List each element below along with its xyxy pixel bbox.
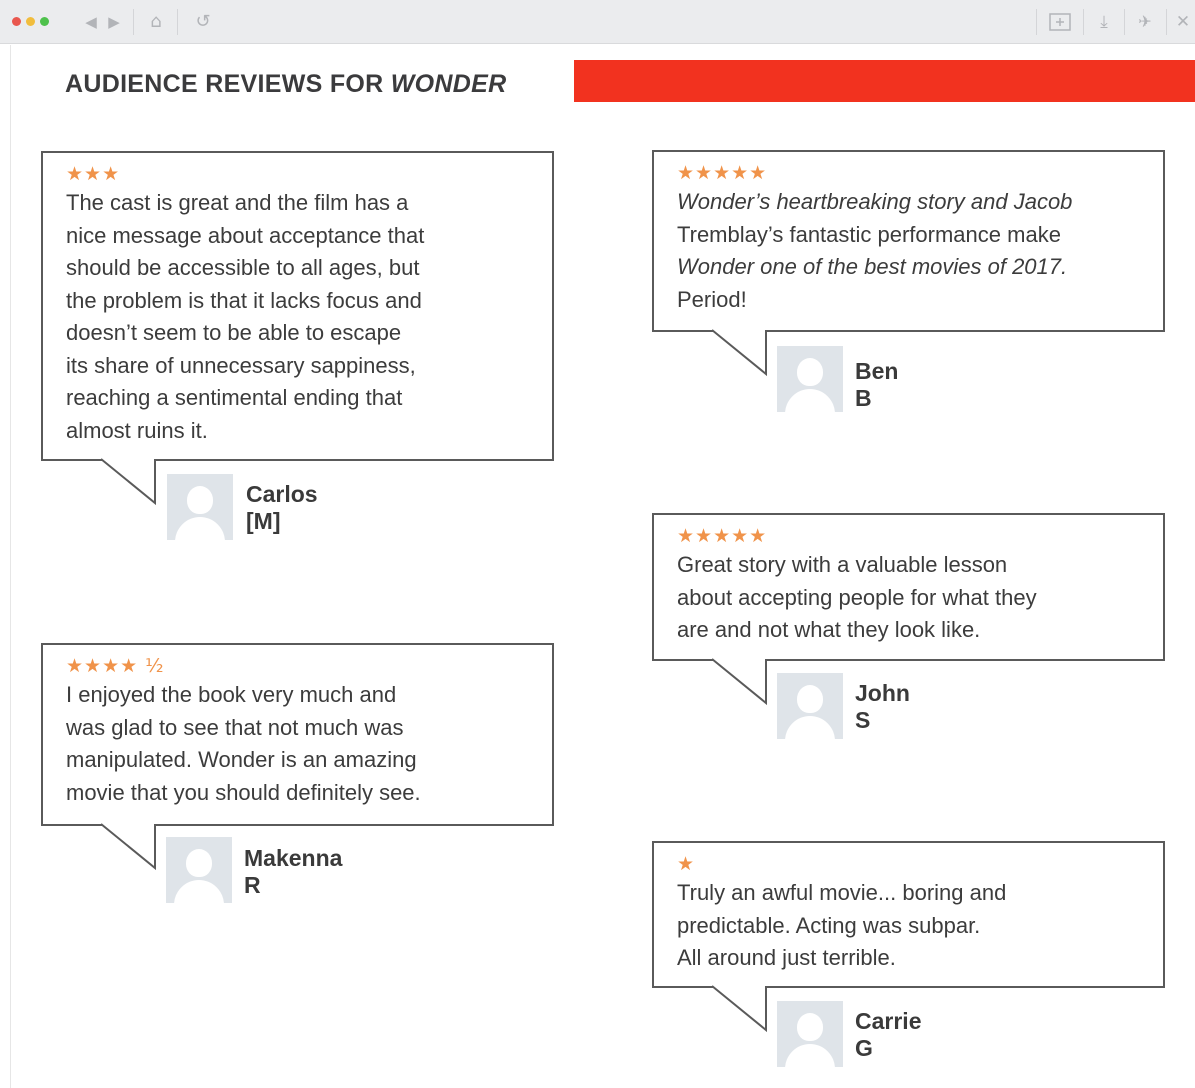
speech-tail (712, 329, 767, 377)
review-bubble: ★★★★★ Wonder’s heartbreaking story and J… (652, 150, 1165, 332)
toolbar-divider (1166, 9, 1167, 35)
review-text: Great story with a valuable lesson about… (677, 552, 1037, 642)
speech-tail (101, 458, 156, 506)
back-arrow-icon[interactable]: ◀ (80, 10, 102, 34)
browser-toolbar: ◀ ▶ ⌂ ↺ ⤓ ✈ ✕ (0, 0, 1195, 44)
review-text: Truly an awful movie... boring and predi… (677, 880, 1007, 970)
forward-arrow-icon[interactable]: ▶ (103, 10, 125, 34)
window-close-dot[interactable] (12, 17, 21, 26)
review-bubble: ★★★ The cast is great and the film has a… (41, 151, 554, 461)
review-text: Wonder’s heartbreaking story and Jacob T… (677, 189, 1073, 312)
avatar (777, 346, 843, 412)
toolbar-divider (133, 9, 134, 35)
title-accent-bar (574, 60, 1195, 102)
review-author[interactable]: Carlos [M] (246, 481, 318, 535)
download-icon[interactable]: ⤓ (1091, 10, 1117, 34)
review-author[interactable]: Makenna R (244, 845, 342, 899)
close-icon[interactable]: ✕ (1172, 10, 1194, 34)
review-bubble: ★★★★ ½ I enjoyed the book very much and … (41, 643, 554, 826)
toolbar-divider (1124, 9, 1125, 35)
star-rating: ★ (677, 853, 696, 875)
review-bubble: ★★★★★ Great story with a valuable lesson… (652, 513, 1165, 661)
extension-icon[interactable]: ✈ (1132, 10, 1158, 34)
speech-tail (101, 823, 156, 871)
window-zoom-dot[interactable] (40, 17, 49, 26)
avatar (777, 673, 843, 739)
speech-tail (712, 658, 767, 706)
page-title: AUDIENCE REVIEWS FOR WONDER (65, 70, 507, 98)
avatar (777, 1001, 843, 1067)
review-author[interactable]: Carrie G (855, 1008, 921, 1062)
toolbar-divider (1036, 9, 1037, 35)
window-minimize-dot[interactable] (26, 17, 35, 26)
star-rating: ★★★★★ (677, 162, 768, 184)
toolbar-divider (1083, 9, 1084, 35)
home-icon[interactable]: ⌂ (143, 10, 169, 34)
review-text: I enjoyed the book very much and was gla… (66, 682, 421, 805)
star-rating: ★★★★ ½ (66, 655, 165, 677)
avatar (166, 837, 232, 903)
star-rating: ★★★ (66, 163, 121, 185)
review-author[interactable]: Ben B (855, 358, 898, 412)
star-rating: ★★★★★ (677, 525, 768, 547)
review-author[interactable]: John S (855, 680, 910, 734)
review-bubble: ★ Truly an awful movie... boring and pre… (652, 841, 1165, 988)
reload-icon[interactable]: ↺ (190, 10, 216, 34)
review-text: The cast is great and the film has a nic… (66, 190, 425, 443)
toolbar-divider (177, 9, 178, 35)
avatar (167, 474, 233, 540)
speech-tail (712, 985, 767, 1033)
new-tab-icon[interactable] (1046, 10, 1074, 34)
